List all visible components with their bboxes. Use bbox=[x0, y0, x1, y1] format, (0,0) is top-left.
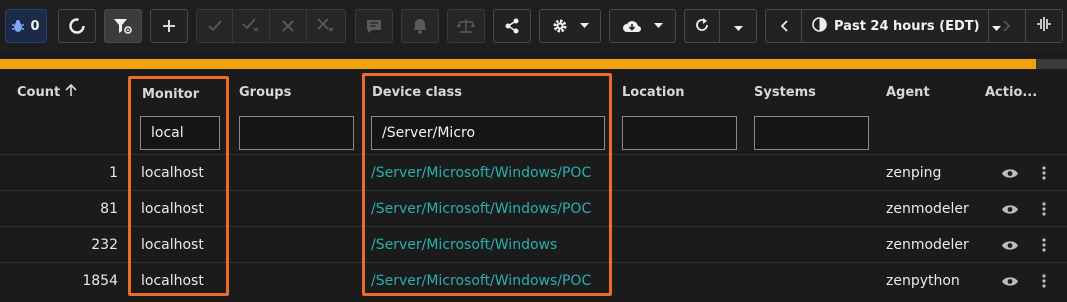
share-icon bbox=[504, 18, 520, 34]
time-range-label: Past 24 hours (EDT) bbox=[834, 18, 980, 34]
column-header-actions[interactable]: Actio... bbox=[985, 72, 1037, 112]
bug-icon bbox=[12, 19, 25, 33]
chevron-down-icon bbox=[579, 23, 589, 29]
column-header-monitor[interactable]: Monitor bbox=[142, 74, 199, 114]
column-header-device-class[interactable]: Device class bbox=[372, 72, 462, 112]
arrow-up-icon bbox=[65, 83, 77, 101]
agent-cell: zenpython bbox=[886, 273, 960, 289]
filter-settings-button[interactable] bbox=[104, 9, 142, 43]
clock-icon bbox=[812, 16, 827, 36]
add-button[interactable] bbox=[150, 9, 188, 43]
device-class-link[interactable]: /Server/Microsoft/Windows bbox=[371, 227, 557, 263]
check-multiple-icon bbox=[242, 17, 260, 36]
toolbar: 0 Past 24 hours (EDT) bbox=[0, 0, 1067, 52]
agent-cell: zenmodeler bbox=[886, 237, 969, 253]
close-multiple-button[interactable] bbox=[307, 10, 345, 42]
column-adjust-icon bbox=[1036, 16, 1052, 36]
cloud-download-icon bbox=[622, 19, 642, 33]
eye-icon[interactable] bbox=[998, 263, 1022, 299]
refresh-button[interactable] bbox=[685, 10, 720, 42]
time-range-selector[interactable]: Past 24 hours (EDT) bbox=[802, 10, 1001, 42]
next-time-button[interactable] bbox=[989, 10, 1026, 42]
column-header-systems[interactable]: Systems bbox=[754, 72, 816, 112]
progress-bar bbox=[0, 59, 1067, 69]
gear-icon bbox=[552, 18, 568, 34]
table-row[interactable]: 1 localhost /Server/Microsoft/Windows/PO… bbox=[0, 154, 1067, 190]
chevron-down-icon bbox=[733, 17, 743, 36]
device-class-filter-input[interactable] bbox=[371, 116, 605, 150]
count-cell: 232 bbox=[91, 237, 118, 253]
table-row[interactable]: 232 localhost /Server/Microsoft/Windows … bbox=[0, 226, 1067, 262]
monitor-cell: localhost bbox=[141, 237, 204, 253]
groups-filter-input[interactable] bbox=[239, 116, 354, 150]
settings-dropdown-button[interactable] bbox=[539, 9, 601, 43]
progress-bar-fill bbox=[0, 59, 1036, 69]
table-row[interactable]: 81 localhost /Server/Microsoft/Windows/P… bbox=[0, 190, 1067, 226]
kebab-icon[interactable] bbox=[1036, 227, 1052, 263]
device-class-link[interactable]: /Server/Microsoft/Windows/POC bbox=[371, 263, 591, 299]
bell-icon bbox=[413, 18, 427, 34]
bug-count-button[interactable]: 0 bbox=[5, 9, 47, 43]
table-row[interactable]: 1854 localhost /Server/Microsoft/Windows… bbox=[0, 262, 1067, 298]
count-cell: 81 bbox=[100, 201, 118, 217]
acknowledge-button[interactable] bbox=[197, 10, 233, 42]
rules-button[interactable] bbox=[447, 9, 485, 43]
share-button[interactable] bbox=[493, 9, 531, 43]
time-range-group: Past 24 hours (EDT) bbox=[765, 9, 1063, 43]
device-class-link[interactable]: /Server/Microsoft/Windows/POC bbox=[371, 191, 591, 227]
refresh-circle-button[interactable] bbox=[58, 9, 96, 43]
filter-settings-icon bbox=[113, 17, 133, 35]
column-header-groups[interactable]: Groups bbox=[239, 72, 291, 112]
kebab-icon[interactable] bbox=[1036, 191, 1052, 227]
eye-icon[interactable] bbox=[998, 191, 1022, 227]
agent-cell: zenping bbox=[886, 165, 942, 181]
device-class-link[interactable]: /Server/Microsoft/Windows/POC bbox=[371, 155, 591, 191]
monitor-filter-input[interactable] bbox=[140, 116, 220, 150]
kebab-icon[interactable] bbox=[1036, 263, 1052, 299]
kebab-icon[interactable] bbox=[1036, 155, 1052, 191]
monitor-cell: localhost bbox=[141, 273, 204, 289]
count-cell: 1854 bbox=[82, 273, 118, 289]
acknowledge-multiple-button[interactable] bbox=[233, 10, 270, 42]
chevron-down-icon bbox=[654, 23, 663, 29]
chevron-left-icon bbox=[780, 17, 788, 36]
location-filter-input[interactable] bbox=[622, 116, 737, 150]
monitor-cell: localhost bbox=[141, 165, 204, 181]
systems-filter-input[interactable] bbox=[754, 116, 869, 150]
check-icon bbox=[207, 17, 222, 36]
monitor-cell: localhost bbox=[141, 201, 204, 217]
chevron-right-icon bbox=[1003, 17, 1011, 36]
refresh-icon bbox=[695, 17, 709, 36]
comment-icon bbox=[366, 19, 382, 34]
ack-button-group bbox=[196, 9, 346, 43]
column-header-count[interactable]: Count bbox=[17, 72, 77, 112]
eye-icon[interactable] bbox=[998, 155, 1022, 191]
column-header-location[interactable]: Location bbox=[622, 72, 685, 112]
agent-cell: zenmodeler bbox=[886, 201, 969, 217]
scale-icon bbox=[457, 18, 475, 34]
eye-icon[interactable] bbox=[998, 227, 1022, 263]
close-button[interactable] bbox=[270, 10, 307, 42]
refresh-interval-dropdown[interactable] bbox=[720, 10, 756, 42]
refresh-circle-icon bbox=[68, 17, 86, 35]
comment-button[interactable] bbox=[355, 9, 393, 43]
previous-time-button[interactable] bbox=[766, 10, 802, 42]
refresh-button-group bbox=[684, 9, 757, 43]
column-adjust-button[interactable] bbox=[1026, 10, 1062, 42]
column-header-count-label: Count bbox=[17, 84, 61, 100]
bug-count: 0 bbox=[30, 18, 40, 34]
notification-button[interactable] bbox=[401, 9, 439, 43]
plus-icon bbox=[162, 19, 176, 33]
count-cell: 1 bbox=[109, 165, 118, 181]
close-icon bbox=[282, 17, 294, 36]
export-dropdown-button[interactable] bbox=[609, 9, 676, 43]
close-multiple-icon bbox=[317, 17, 335, 36]
column-header-agent[interactable]: Agent bbox=[886, 72, 930, 112]
